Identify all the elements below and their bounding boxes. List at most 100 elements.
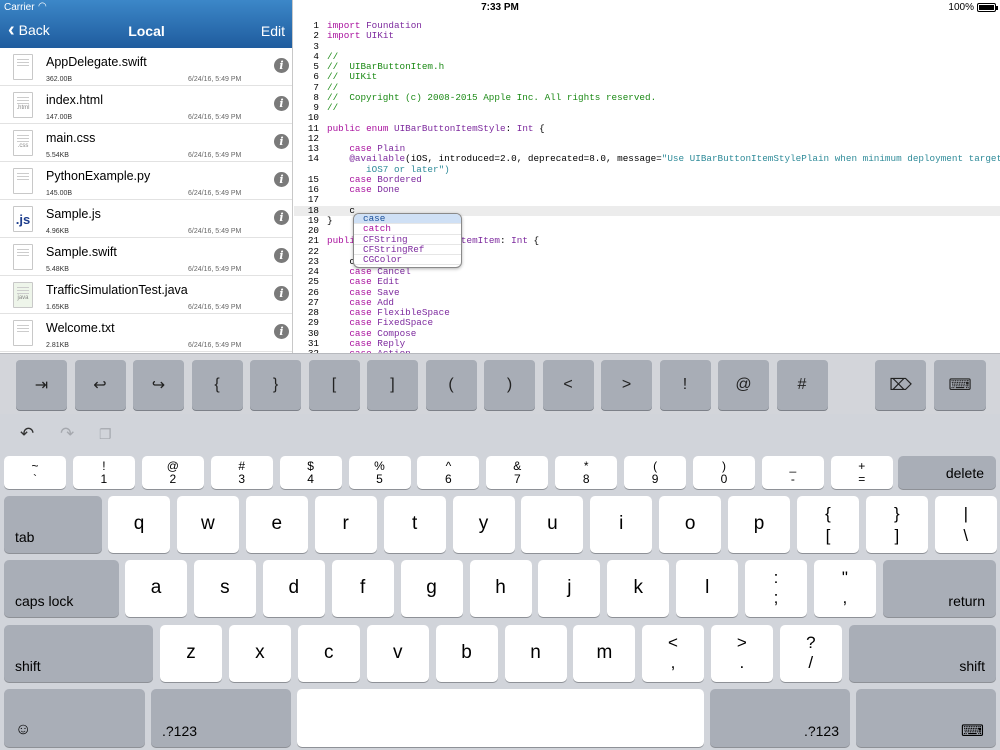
file-row[interactable]: PythonExample.py 145.00B 6/24/16, 5:49 PM i	[0, 162, 292, 200]
undo-icon[interactable]: ↶	[20, 424, 34, 444]
number-key[interactable]: % 5	[348, 456, 411, 489]
symbol-key[interactable]: {[	[797, 496, 859, 553]
file-row[interactable]: .html index.html 147.00B 6/24/16, 5:49 PM i	[0, 86, 292, 124]
letter-key[interactable]: l	[676, 560, 739, 617]
exclaim-key[interactable]: !	[659, 360, 711, 410]
bracket-open-key[interactable]: [	[308, 360, 360, 410]
number-key[interactable]: ^ 6	[417, 456, 480, 489]
brace-close-key[interactable]: }	[250, 360, 301, 410]
number-key[interactable]: (9	[624, 456, 687, 489]
info-icon[interactable]: i	[274, 324, 289, 339]
letter-key[interactable]: m	[573, 625, 636, 682]
symbol-key[interactable]: >.	[710, 625, 773, 682]
code-token: // Copyright (c) 2008-2015 Apple Inc. Al…	[327, 91, 657, 103]
letter-key[interactable]: r	[314, 496, 377, 553]
number-key[interactable]: ! 1	[72, 456, 135, 489]
bracket-close-key[interactable]: ]	[367, 360, 418, 410]
number-key[interactable]: + =	[830, 456, 893, 489]
symbol-key[interactable]: | \	[934, 496, 997, 553]
info-icon[interactable]: i	[274, 286, 289, 301]
symbol-key[interactable]: :;	[745, 560, 807, 617]
number-key[interactable]: @2	[141, 456, 204, 489]
keyboard-hide-key[interactable]: ⌨	[934, 360, 986, 410]
letter-key[interactable]: i	[590, 496, 653, 553]
greater-than-key[interactable]: >	[601, 360, 652, 410]
letter-key[interactable]: y	[452, 496, 515, 553]
letter-key[interactable]: n	[504, 625, 567, 682]
file-row[interactable]: Sample.swift 5.48KB 6/24/16, 5:49 PM i	[0, 238, 292, 276]
letter-key[interactable]: q	[108, 496, 170, 553]
hide-keyboard-key[interactable]: ⌨	[856, 689, 996, 747]
symbol-key[interactable]: ",	[813, 560, 876, 617]
info-icon[interactable]: i	[274, 210, 289, 225]
shift-right-key[interactable]: shift	[849, 625, 996, 682]
letter-key[interactable]: v	[366, 625, 429, 682]
file-name: Sample.swift	[46, 245, 117, 259]
info-icon[interactable]: i	[274, 134, 289, 149]
symbol-key[interactable]: <,	[642, 625, 704, 682]
letter-key[interactable]: j	[538, 560, 601, 617]
letter-key[interactable]: w	[176, 496, 239, 553]
tab-key[interactable]: ⇥	[16, 360, 67, 410]
letter-key[interactable]: z	[160, 625, 222, 682]
letter-key[interactable]: a	[125, 560, 187, 617]
redo-key[interactable]: ↪	[133, 360, 184, 410]
letter-key[interactable]: b	[435, 625, 498, 682]
letter-key[interactable]: u	[521, 496, 584, 553]
file-row[interactable]: java TrafficSimulationTest.java 1.65KB 6/24…	[0, 276, 292, 314]
letter-key[interactable]: o	[659, 496, 722, 553]
letter-key[interactable]: g	[400, 560, 463, 617]
number-key[interactable]: * 8	[555, 456, 618, 489]
number-key[interactable]: & 7	[486, 456, 549, 489]
letter-key[interactable]: d	[262, 560, 325, 617]
file-row[interactable]: AppDelegate.swift 362.00B 6/24/16, 5:49 PM…	[0, 48, 292, 86]
paren-open-key[interactable]: (	[425, 360, 477, 410]
letter-key[interactable]: e	[245, 496, 308, 553]
info-icon[interactable]: i	[274, 172, 289, 187]
delete-key[interactable]: delete	[898, 456, 996, 489]
caps-lock-key[interactable]: caps lock	[4, 560, 119, 617]
letter-key[interactable]: k	[607, 560, 670, 617]
info-icon[interactable]: i	[274, 96, 289, 111]
shift-left-key[interactable]: shift	[4, 625, 153, 682]
number-key[interactable]: ~ `	[4, 456, 66, 489]
brace-open-key[interactable]: {	[191, 360, 243, 410]
number-key[interactable]: ) 0	[693, 456, 755, 489]
number-key[interactable]: #3	[210, 456, 273, 489]
file-row[interactable]: .js Sample.js 4.96KB 6/24/16, 5:49 PM i	[0, 200, 292, 238]
letter-key[interactable]: c	[297, 625, 360, 682]
edit-button[interactable]: Edit	[261, 23, 285, 39]
at-key[interactable]: @	[718, 360, 769, 410]
autocomplete-option[interactable]: CGColor	[354, 254, 461, 266]
code-token: {	[527, 235, 540, 247]
info-icon[interactable]: i	[274, 248, 289, 263]
letter-key[interactable]: t	[383, 496, 446, 553]
numbers-right-key[interactable]: .?123	[710, 689, 850, 747]
letter-key[interactable]: p	[728, 496, 791, 553]
letter-key[interactable]: f	[331, 560, 394, 617]
numbers-left-key[interactable]: .?123	[151, 689, 291, 747]
number-key[interactable]: _ -	[761, 456, 824, 489]
letter-key[interactable]: s	[193, 560, 256, 617]
symbol-key[interactable]: }]	[865, 496, 928, 553]
backspace-key[interactable]: ⌦	[875, 360, 926, 410]
redo-icon[interactable]: ↷	[60, 424, 74, 444]
letter-key[interactable]: h	[469, 560, 532, 617]
space-key[interactable]	[297, 689, 704, 747]
info-icon[interactable]: i	[274, 58, 289, 73]
emoji-key[interactable]: ☺	[4, 689, 145, 747]
undo-key[interactable]: ↩	[74, 360, 126, 410]
file-row[interactable]: .css main.css 5.54KB 6/24/16, 5:49 PM i	[0, 124, 292, 162]
hash-key[interactable]: #	[776, 360, 828, 410]
paste-icon[interactable]: ❐	[99, 426, 112, 443]
paren-close-key[interactable]: )	[484, 360, 535, 410]
number-key[interactable]: $4	[279, 456, 342, 489]
symbol-key[interactable]: ? /	[779, 625, 842, 682]
letter-key[interactable]: x	[228, 625, 291, 682]
tab-key[interactable]: tab	[4, 496, 102, 553]
file-row[interactable]: Welcome.txt 2.81KB 6/24/16, 5:49 PM i	[0, 314, 292, 352]
less-than-key[interactable]: <	[542, 360, 594, 410]
return-key[interactable]: return	[883, 560, 996, 617]
code-editor[interactable]: 1 import Foundation 2 import UIKit 3 4//5// U…	[294, 16, 1000, 353]
